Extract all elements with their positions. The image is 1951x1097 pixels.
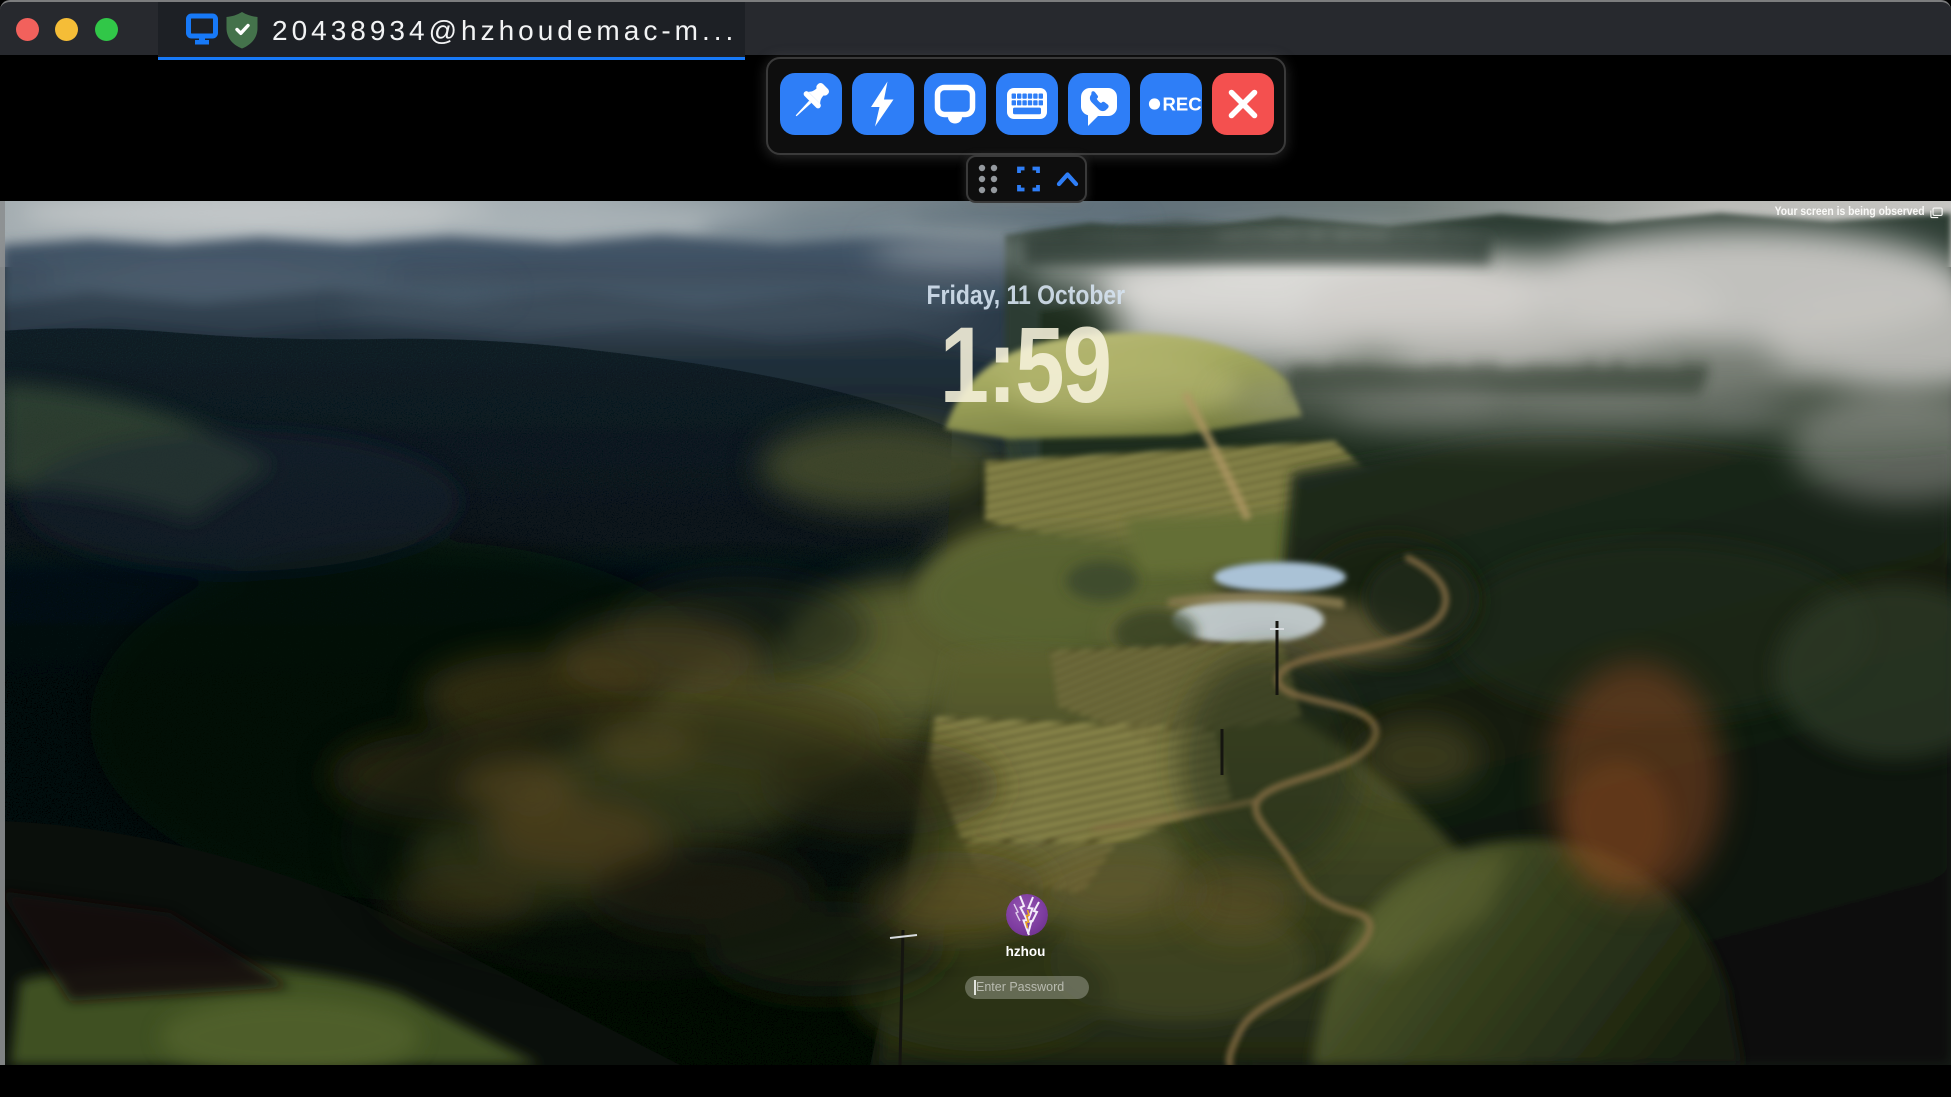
svg-text:REC: REC: [1163, 94, 1202, 115]
